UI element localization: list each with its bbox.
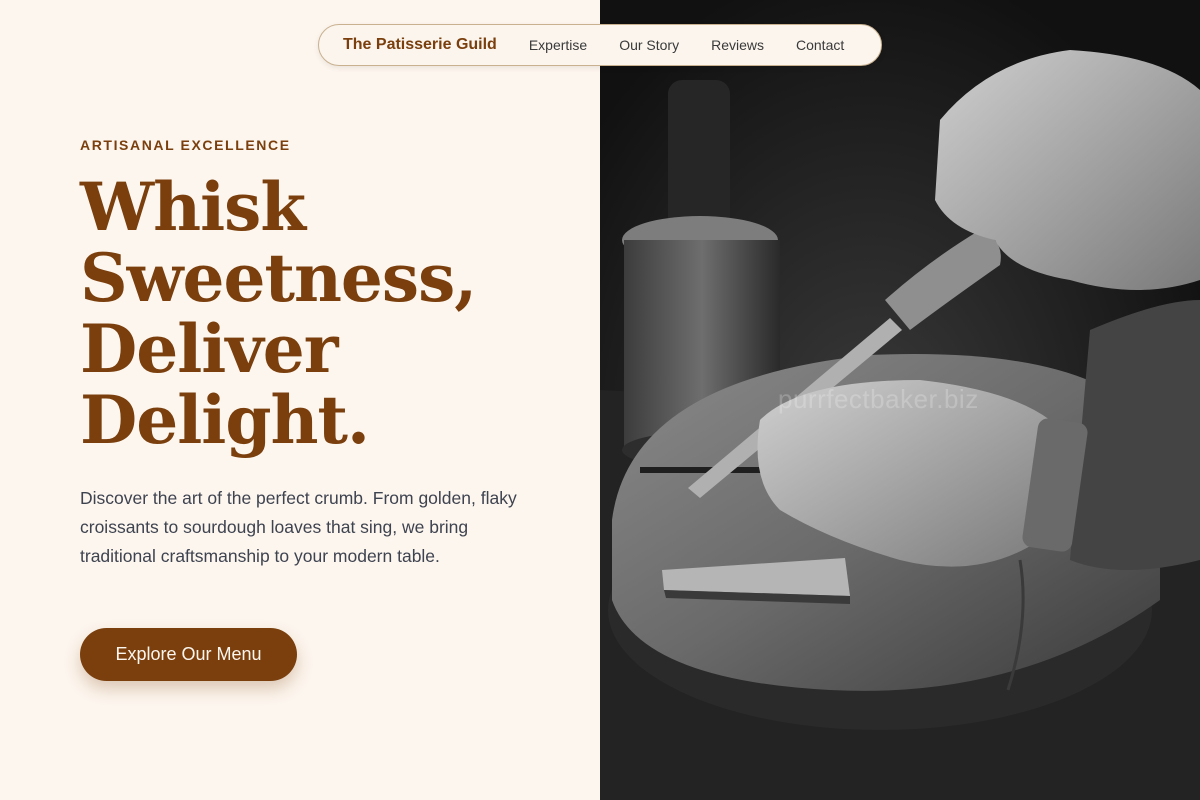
headline-line: Delight. — [80, 381, 370, 459]
brand-link[interactable]: The Patisserie Guild — [343, 36, 497, 54]
hero-text-panel: ARTISANAL EXCELLENCE Whisk Sweetness, De… — [0, 0, 600, 800]
hero-eyebrow: ARTISANAL EXCELLENCE — [80, 137, 291, 153]
nav-link-contact[interactable]: Contact — [796, 37, 844, 53]
nav-links: Expertise Our Story Reviews Contact — [529, 37, 844, 53]
explore-menu-button[interactable]: Explore Our Menu — [80, 628, 297, 681]
hero-photo-panel: purrfectbaker.biz — [600, 0, 1200, 800]
nav-link-our-story[interactable]: Our Story — [619, 37, 679, 53]
headline-line: Whisk — [80, 168, 306, 246]
hero-description: Discover the art of the perfect crumb. F… — [80, 488, 517, 566]
photo-watermark: purrfectbaker.biz — [778, 384, 979, 414]
nav-link-reviews[interactable]: Reviews — [711, 37, 764, 53]
nav-link-expertise[interactable]: Expertise — [529, 37, 587, 53]
hero-headline: Whisk Sweetness, Deliver Delight. — [80, 172, 560, 456]
headline-line: Sweetness, — [80, 239, 477, 317]
top-navigation: The Patisserie Guild Expertise Our Story… — [318, 24, 882, 66]
headline-line: Deliver — [80, 310, 338, 388]
